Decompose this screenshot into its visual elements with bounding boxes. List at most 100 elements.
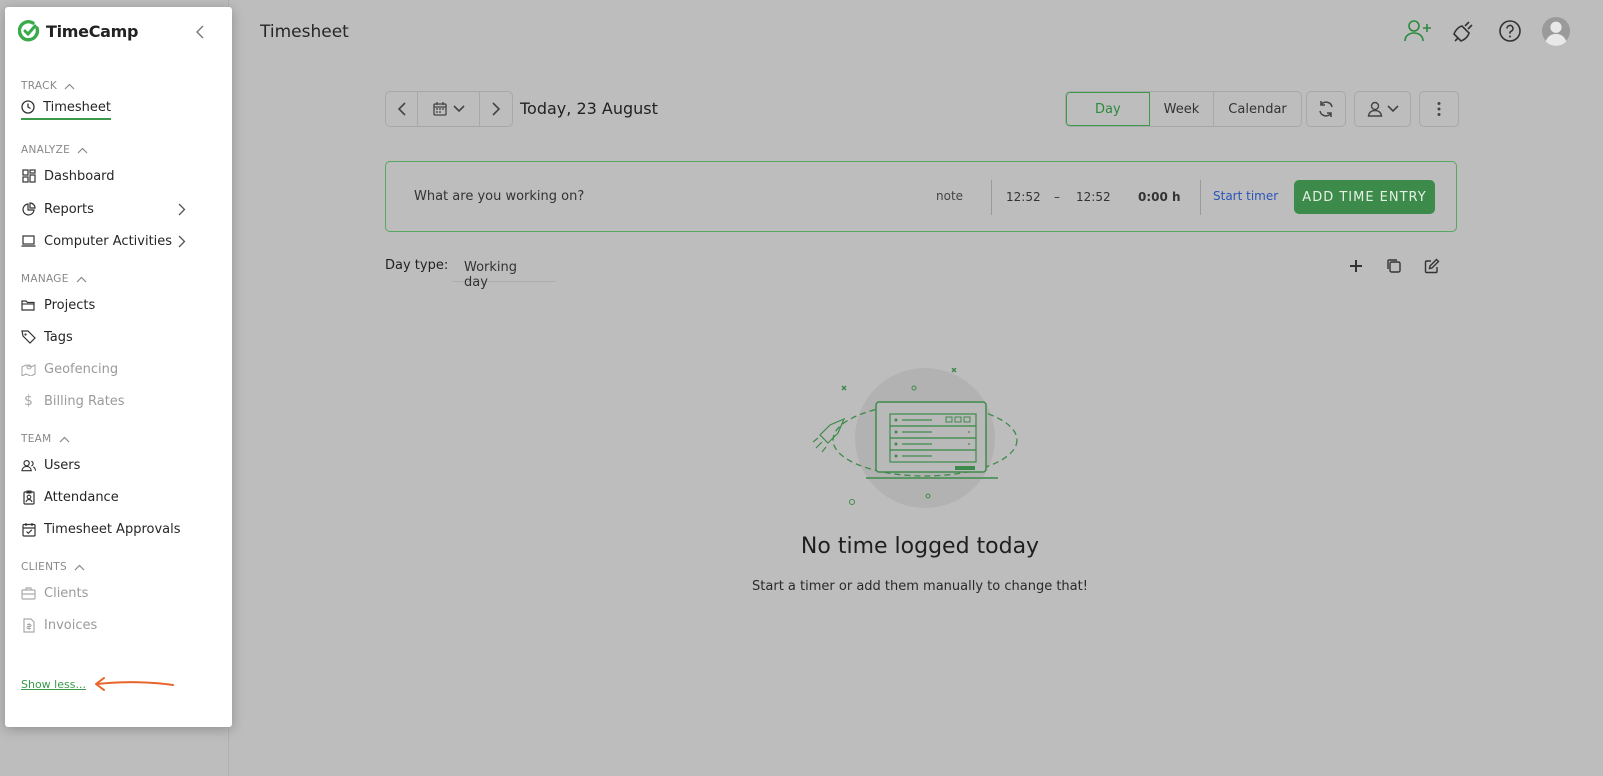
chevron-left-icon [397, 102, 406, 116]
sidebar-item-reports[interactable]: Reports [21, 198, 221, 220]
more-options-button[interactable] [1419, 91, 1459, 127]
day-type-label: Day type: [385, 258, 449, 273]
page-title: Timesheet [260, 22, 349, 42]
sidebar-item-projects[interactable]: Projects [21, 294, 221, 316]
section-manage[interactable]: MANAGE [21, 273, 87, 285]
briefcase-icon [21, 586, 36, 601]
section-team[interactable]: TEAM [21, 433, 70, 445]
chevron-right-icon [178, 203, 186, 215]
task-input[interactable]: What are you working on? [414, 189, 584, 204]
refresh-icon [1319, 101, 1333, 117]
user-icon [1367, 101, 1382, 117]
laptop-icon [21, 234, 36, 249]
sidebar-item-timesheet[interactable]: Timesheet [21, 96, 111, 120]
edit-icon[interactable] [1422, 256, 1442, 276]
prev-day-button[interactable] [386, 92, 418, 126]
tab-day[interactable]: Day [1066, 92, 1150, 126]
collapse-sidebar-button[interactable] [195, 24, 205, 43]
dollar-icon: $ [24, 393, 33, 409]
calendar-check-icon [21, 522, 36, 537]
current-date: Today, 23 August [520, 99, 658, 118]
sidebar-item-label: Clients [44, 585, 89, 601]
calendar-icon [432, 102, 447, 116]
add-icon[interactable] [1346, 256, 1366, 276]
chevron-up-icon [76, 276, 87, 282]
sidebar-item-invoices[interactable]: Invoices [21, 614, 221, 636]
sidebar-item-geofencing[interactable]: Geofencing [21, 358, 221, 380]
separator [1200, 180, 1201, 215]
tab-calendar[interactable]: Calendar [1214, 92, 1300, 126]
sidebar-item-label: Invoices [44, 617, 98, 633]
main-area: Timesheet Today, 23 August Day Week Cale… [0, 0, 1603, 776]
sidebar-item-label: Timesheet Approvals [44, 521, 181, 537]
empty-state-title: No time logged today [800, 534, 1040, 559]
sidebar-item-label: Reports [44, 201, 94, 217]
chevron-left-icon [196, 25, 204, 39]
section-track[interactable]: TRACK [21, 80, 75, 92]
sidebar-item-billing-rates[interactable]: $ Billing Rates [21, 390, 221, 412]
sidebar-item-label: Geofencing [44, 361, 119, 377]
sidebar-item-label: Billing Rates [44, 393, 125, 409]
user-select-button[interactable] [1354, 91, 1411, 127]
separator [991, 180, 992, 215]
section-title: TRACK [21, 80, 57, 92]
dashboard-icon [21, 169, 36, 184]
tag-icon [21, 330, 36, 345]
plug-icon[interactable] [1449, 16, 1479, 46]
show-less-link[interactable]: Show less... [21, 678, 86, 691]
sidebar-item-label: Users [44, 457, 81, 473]
refresh-button[interactable] [1306, 91, 1346, 127]
view-tabs: Day Week Calendar [1065, 91, 1302, 127]
badge-icon [21, 489, 36, 505]
timecamp-logo-icon [18, 20, 40, 42]
chevron-right-icon [492, 102, 501, 116]
help-icon[interactable] [1495, 16, 1525, 46]
chevron-down-icon [452, 105, 465, 113]
date-navigator [385, 91, 513, 127]
day-tools [1346, 256, 1442, 276]
chevron-down-icon [1386, 105, 1399, 113]
map-pin-icon [21, 362, 36, 377]
time-dash: – [1054, 190, 1060, 204]
section-title: ANALYZE [21, 144, 71, 156]
pie-chart-icon [21, 202, 36, 217]
day-type-select[interactable]: Working day [452, 252, 556, 290]
sidebar-item-users[interactable]: Users [21, 454, 221, 476]
chevron-right-icon [178, 235, 186, 247]
section-clients[interactable]: CLIENTS [21, 561, 85, 573]
sidebar-item-label: Projects [44, 297, 96, 313]
kebab-menu-icon [1437, 102, 1441, 116]
sidebar-item-dashboard[interactable]: Dashboard [21, 165, 221, 187]
section-analyze[interactable]: ANALYZE [21, 144, 88, 156]
next-day-button[interactable] [480, 92, 512, 126]
header-icons [1403, 16, 1571, 46]
add-user-icon[interactable] [1403, 16, 1433, 46]
sidebar-item-timesheet-approvals[interactable]: Timesheet Approvals [21, 518, 221, 540]
add-time-entry-button[interactable]: ADD TIME ENTRY [1294, 180, 1435, 214]
annotation-arrow-icon [95, 677, 174, 691]
section-title: TEAM [21, 433, 52, 445]
copy-icon[interactable] [1384, 256, 1404, 276]
start-time-input[interactable]: 12:52 [1006, 190, 1041, 204]
logo[interactable]: TimeCamp [18, 20, 138, 42]
note-input[interactable]: note [936, 189, 963, 203]
sidebar-item-attendance[interactable]: Attendance [21, 486, 221, 508]
clock-icon [21, 100, 35, 115]
empty-state-subtitle: Start a timer or add them manually to ch… [752, 579, 1088, 594]
empty-state-illustration [810, 367, 1030, 522]
chevron-up-icon [77, 147, 88, 153]
section-title: CLIENTS [21, 561, 67, 573]
chevron-up-icon [74, 564, 85, 570]
sidebar-item-tags[interactable]: Tags [21, 326, 221, 348]
calendar-picker-button[interactable] [418, 92, 480, 126]
sidebar-item-clients[interactable]: Clients [21, 582, 221, 604]
end-time-input[interactable]: 12:52 [1076, 190, 1111, 204]
avatar[interactable] [1541, 16, 1571, 46]
sidebar-item-label: Attendance [44, 489, 119, 505]
start-timer-link[interactable]: Start timer [1213, 189, 1278, 203]
sidebar-item-computer-activities[interactable]: Computer Activities [21, 230, 221, 252]
tab-week[interactable]: Week [1150, 92, 1215, 126]
duration-input[interactable]: 0:00 h [1138, 190, 1181, 204]
sidebar: TimeCamp TRACK Timesheet ANALYZE Dashboa… [5, 7, 232, 727]
chevron-up-icon [59, 436, 69, 442]
